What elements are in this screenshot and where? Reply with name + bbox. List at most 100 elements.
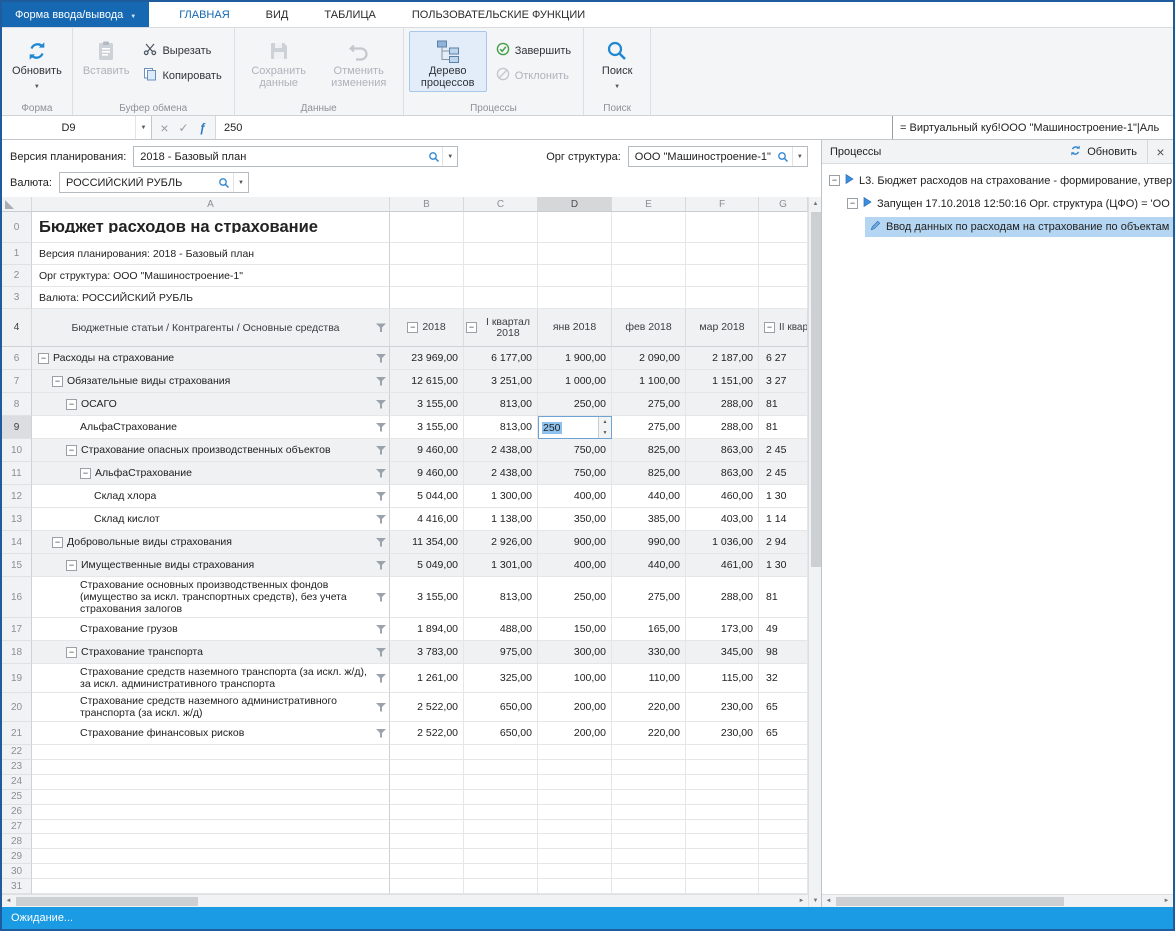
panel-refresh-button[interactable]: Обновить (1059, 144, 1147, 160)
scroll-down-icon[interactable] (809, 894, 821, 907)
filter-funnel-icon[interactable] (376, 399, 386, 409)
row-number[interactable]: 20 (2, 693, 32, 722)
item-cell[interactable]: Склад хлора (32, 485, 390, 508)
value-cell[interactable]: 1 100,00 (612, 370, 686, 393)
value-cell[interactable]: 65 (759, 693, 808, 722)
value-cell[interactable]: 3 27 (759, 370, 808, 393)
value-cell[interactable]: 900,00 (538, 531, 612, 554)
value-cell[interactable]: 825,00 (612, 462, 686, 485)
value-cell[interactable]: 32 (759, 664, 808, 693)
collapse-icon[interactable] (66, 399, 77, 410)
value-cell[interactable]: 3 155,00 (390, 577, 464, 618)
collapse-icon[interactable] (847, 198, 858, 209)
value-cell[interactable]: 110,00 (612, 664, 686, 693)
value-cell[interactable]: 1 30 (759, 554, 808, 577)
value-cell[interactable]: 230,00 (686, 722, 759, 745)
filter-funnel-icon[interactable] (376, 702, 386, 712)
value-cell[interactable]: 750,00 (538, 462, 612, 485)
value-cell[interactable]: 173,00 (686, 618, 759, 641)
value-cell[interactable]: 345,00 (686, 641, 759, 664)
value-cell[interactable]: 488,00 (464, 618, 538, 641)
header-cell-mar[interactable]: мар 2018 (686, 309, 759, 347)
value-cell[interactable]: 81 (759, 416, 808, 439)
process-tree-item[interactable]: L3. Бюджет расходов на страхование - фор… (822, 169, 1173, 192)
value-cell[interactable]: 863,00 (686, 462, 759, 485)
value-cell[interactable]: 325,00 (464, 664, 538, 693)
value-cell[interactable]: 3 155,00 (390, 416, 464, 439)
column-header-d[interactable]: D (538, 197, 612, 212)
value-cell[interactable]: 300,00 (538, 641, 612, 664)
value-cell[interactable]: 165,00 (612, 618, 686, 641)
value-cell[interactable]: 6 27 (759, 347, 808, 370)
row-number[interactable]: 13 (2, 508, 32, 531)
value-cell[interactable]: 100,00 (538, 664, 612, 693)
collapse-icon[interactable] (66, 647, 77, 658)
collapse-icon[interactable] (466, 322, 477, 333)
search-icon[interactable] (216, 177, 233, 189)
value-cell[interactable]: 813,00 (464, 393, 538, 416)
value-cell[interactable]: 863,00 (686, 439, 759, 462)
item-cell[interactable]: Страхование опасных производственных объ… (32, 439, 390, 462)
value-cell[interactable]: 250,00 (538, 393, 612, 416)
row-number[interactable]: 29 (2, 849, 32, 864)
collapse-icon[interactable] (52, 376, 63, 387)
scroll-right-icon[interactable] (1160, 895, 1173, 907)
row-number[interactable]: 0 (2, 212, 32, 243)
item-cell[interactable]: Страхование финансовых рисков (32, 722, 390, 745)
row-number[interactable]: 21 (2, 722, 32, 745)
value-cell[interactable]: 288,00 (686, 577, 759, 618)
value-cell[interactable]: 750,00 (538, 439, 612, 462)
org-combo[interactable]: ООО "Машиностроение-1" (628, 146, 808, 167)
collapse-icon[interactable] (764, 322, 775, 333)
value-cell[interactable]: 150,00 (538, 618, 612, 641)
value-cell[interactable]: 288,00 (686, 393, 759, 416)
collapse-icon[interactable] (38, 353, 49, 364)
value-cell[interactable]: 461,00 (686, 554, 759, 577)
value-cell[interactable]: 440,00 (612, 485, 686, 508)
row-number[interactable]: 17 (2, 618, 32, 641)
value-cell[interactable]: 275,00 (612, 393, 686, 416)
value-cell[interactable]: 81 (759, 393, 808, 416)
row-number[interactable]: 26 (2, 805, 32, 820)
chevron-down-icon[interactable] (233, 173, 248, 192)
header-cell-q2[interactable]: II квар 201 (759, 309, 808, 347)
row-number[interactable]: 12 (2, 485, 32, 508)
item-cell[interactable]: Имущественные виды страхования (32, 554, 390, 577)
value-cell[interactable]: 230,00 (686, 693, 759, 722)
formula-input[interactable]: 250 (216, 116, 893, 139)
value-cell[interactable]: 220,00 (612, 722, 686, 745)
filter-funnel-icon[interactable] (376, 624, 386, 634)
value-cell[interactable]: 5 044,00 (390, 485, 464, 508)
value-cell[interactable]: 650,00 (464, 722, 538, 745)
value-cell[interactable]: 200,00 (538, 722, 612, 745)
value-cell[interactable]: 4 416,00 (390, 508, 464, 531)
value-cell[interactable]: 2 090,00 (612, 347, 686, 370)
row-number[interactable]: 27 (2, 820, 32, 835)
value-cell[interactable]: 23 969,00 (390, 347, 464, 370)
row-number[interactable]: 3 (2, 287, 32, 309)
value-cell[interactable]: 2 45 (759, 439, 808, 462)
row-number[interactable]: 7 (2, 370, 32, 393)
spin-up-icon[interactable] (599, 417, 611, 428)
row-number[interactable]: 8 (2, 393, 32, 416)
scrollbar-thumb[interactable] (811, 212, 821, 567)
value-cell[interactable]: 2 45 (759, 462, 808, 485)
value-cell[interactable]: 440,00 (612, 554, 686, 577)
value-cell[interactable]: 275,00 (612, 416, 686, 439)
app-menu-button[interactable]: Форма ввода/вывода (2, 2, 149, 27)
item-cell[interactable]: Страхование основных производственных фо… (32, 577, 390, 618)
currency-combo[interactable]: РОССИЙСКИЙ РУБЛЬ (59, 172, 249, 193)
value-cell[interactable]: 1 261,00 (390, 664, 464, 693)
row-number[interactable]: 25 (2, 790, 32, 805)
search-icon[interactable] (775, 151, 792, 163)
value-cell[interactable]: 3 155,00 (390, 393, 464, 416)
tab-table[interactable]: ТАБЛИЦА (306, 2, 394, 27)
value-cell[interactable]: 1 151,00 (686, 370, 759, 393)
item-cell[interactable]: АльфаСтрахование (32, 416, 390, 439)
process-tree-item-selected[interactable]: Ввод данных по расходам на страхование п… (822, 215, 1173, 238)
scroll-up-icon[interactable] (809, 197, 821, 210)
header-cell-q1[interactable]: I квартал 2018 (464, 309, 538, 347)
close-icon[interactable] (1147, 140, 1173, 163)
value-cell[interactable]: 403,00 (686, 508, 759, 531)
row-number[interactable]: 11 (2, 462, 32, 485)
